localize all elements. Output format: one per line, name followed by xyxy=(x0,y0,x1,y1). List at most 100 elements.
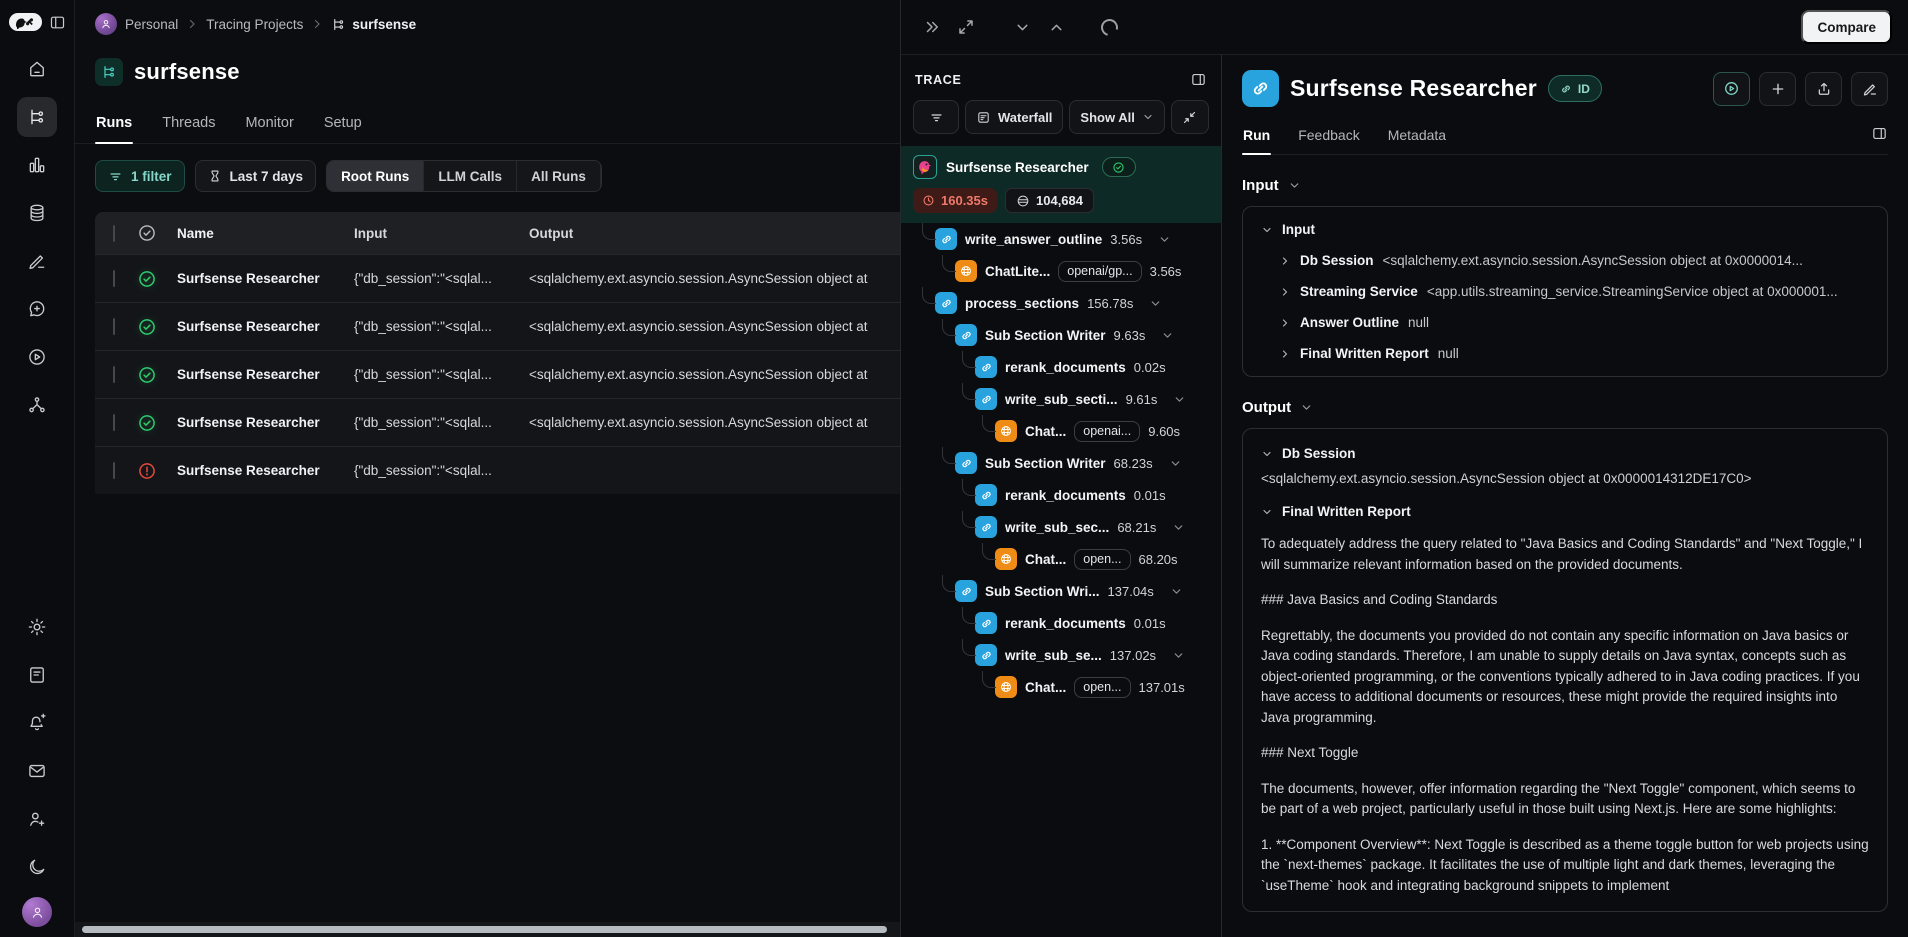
output-db-session-node[interactable]: Db Session xyxy=(1261,446,1869,461)
dark-mode-icon[interactable] xyxy=(17,847,57,887)
chevron-down-icon[interactable] xyxy=(1261,224,1273,236)
chevron-up-icon[interactable] xyxy=(1041,12,1071,42)
nav-prompt-comment-icon[interactable] xyxy=(17,289,57,329)
chevron-right-icon[interactable] xyxy=(1279,317,1291,329)
trace-root-row[interactable]: Surfsense Researcher 160.35s xyxy=(901,146,1221,223)
chevron-down-icon[interactable] xyxy=(1173,393,1186,406)
trace-span-row[interactable]: process_sections 156.78s xyxy=(901,287,1221,319)
date-range-button[interactable]: Last 7 days xyxy=(195,160,317,192)
panel-right-icon[interactable] xyxy=(1190,71,1207,88)
trace-span-row[interactable]: write_sub_secti... 9.61s xyxy=(901,383,1221,415)
nav-deployments-icon[interactable] xyxy=(17,385,57,425)
chevron-down-icon[interactable] xyxy=(1007,12,1037,42)
breadcrumb-current[interactable]: surfsense xyxy=(352,17,416,32)
docs-icon[interactable] xyxy=(17,655,57,695)
chevron-down-icon[interactable] xyxy=(1161,329,1174,342)
trace-span-row[interactable]: write_sub_se... 137.02s xyxy=(901,639,1221,671)
row-checkbox[interactable] xyxy=(113,318,115,335)
input-kv-row[interactable]: Streaming Service <app.utils.streaming_s… xyxy=(1279,284,1869,299)
run-row[interactable]: Surfsense Researcher {"db_session":"<sql… xyxy=(95,254,900,302)
run-row[interactable]: Surfsense Researcher {"db_session":"<sql… xyxy=(95,302,900,350)
run-row[interactable]: Surfsense Researcher {"db_session":"<sql… xyxy=(95,350,900,398)
user-avatar[interactable] xyxy=(22,897,52,927)
panel-right-icon[interactable] xyxy=(1871,125,1888,148)
chevron-down-icon[interactable] xyxy=(1172,649,1185,662)
run-id-button[interactable]: ID xyxy=(1548,75,1602,102)
row-checkbox[interactable] xyxy=(113,366,115,383)
share-button[interactable] xyxy=(1805,72,1842,106)
invite-user-icon[interactable] xyxy=(17,799,57,839)
nav-datasets-icon[interactable] xyxy=(17,193,57,233)
details-tab[interactable]: Metadata xyxy=(1387,119,1447,154)
langsmith-logo[interactable] xyxy=(9,13,42,31)
project-tab[interactable]: Runs xyxy=(95,106,133,143)
add-to-dataset-button[interactable] xyxy=(1759,72,1796,106)
trace-span-row[interactable]: ChatLite... openai/gp... 3.56s xyxy=(901,255,1221,287)
details-tab[interactable]: Run xyxy=(1242,119,1271,154)
input-section-header[interactable]: Input xyxy=(1242,177,1888,194)
compare-button[interactable]: Compare xyxy=(1801,10,1892,44)
edit-button[interactable] xyxy=(1851,72,1888,106)
chevron-right-icon[interactable] xyxy=(1279,286,1291,298)
input-root-node[interactable]: Input xyxy=(1261,222,1869,237)
chevron-down-icon[interactable] xyxy=(1158,233,1171,246)
root-success-badge[interactable] xyxy=(1102,157,1136,177)
chevron-double-right-icon[interactable] xyxy=(917,12,947,42)
trace-span-row[interactable]: Chat... open... 68.20s xyxy=(901,543,1221,575)
trace-span-row[interactable]: write_answer_outline 3.56s xyxy=(901,223,1221,255)
chevron-right-icon[interactable] xyxy=(1279,255,1291,267)
trace-span-row[interactable]: rerank_documents 0.02s xyxy=(901,351,1221,383)
chevron-down-icon[interactable] xyxy=(1261,506,1273,518)
trace-filter-button[interactable] xyxy=(913,100,959,134)
select-all-checkbox[interactable] xyxy=(113,225,115,242)
project-tab[interactable]: Setup xyxy=(323,106,363,143)
column-header-output[interactable]: Output xyxy=(529,226,900,241)
mail-icon[interactable] xyxy=(17,751,57,791)
collapse-tree-button[interactable] xyxy=(1171,100,1209,134)
row-checkbox[interactable] xyxy=(113,414,115,431)
breadcrumb-workspace[interactable]: Personal xyxy=(125,17,178,32)
row-checkbox[interactable] xyxy=(113,270,115,287)
filter-count-button[interactable]: 1 filter xyxy=(95,160,185,192)
trace-span-row[interactable]: rerank_documents 0.01s xyxy=(901,607,1221,639)
nav-annotations-icon[interactable] xyxy=(17,241,57,281)
settings-icon[interactable] xyxy=(17,607,57,647)
output-section-header[interactable]: Output xyxy=(1242,399,1888,416)
run-row[interactable]: Surfsense Researcher {"db_session":"<sql… xyxy=(95,446,900,494)
input-kv-row[interactable]: Answer Outline null xyxy=(1279,315,1869,330)
nav-dashboards-icon[interactable] xyxy=(17,145,57,185)
expand-icon[interactable] xyxy=(951,12,981,42)
waterfall-button[interactable]: Waterfall xyxy=(965,100,1063,134)
project-tab[interactable]: Threads xyxy=(161,106,216,143)
run-row[interactable]: Surfsense Researcher {"db_session":"<sql… xyxy=(95,398,900,446)
trace-span-row[interactable]: Sub Section Writer 68.23s xyxy=(901,447,1221,479)
nav-playground-icon[interactable] xyxy=(17,337,57,377)
chevron-down-icon[interactable] xyxy=(1169,457,1182,470)
nav-home-icon[interactable] xyxy=(17,49,57,89)
column-header-input[interactable]: Input xyxy=(354,226,529,241)
horizontal-scrollbar-thumb[interactable] xyxy=(82,926,887,933)
run-type-segment[interactable]: All Runs xyxy=(517,161,601,191)
show-all-dropdown[interactable]: Show All xyxy=(1069,100,1164,134)
workspace-avatar[interactable] xyxy=(95,13,117,35)
sidebar-toggle-icon[interactable] xyxy=(49,14,66,31)
notifications-icon[interactable] xyxy=(17,703,57,743)
details-tab[interactable]: Feedback xyxy=(1297,119,1360,154)
output-report-node[interactable]: Final Written Report xyxy=(1261,504,1869,519)
chevron-down-icon[interactable] xyxy=(1170,585,1183,598)
chevron-down-icon[interactable] xyxy=(1149,297,1162,310)
column-header-name[interactable]: Name xyxy=(177,226,354,241)
input-kv-row[interactable]: Db Session <sqlalchemy.ext.asyncio.sessi… xyxy=(1279,253,1869,268)
trace-span-row[interactable]: write_sub_sec... 68.21s xyxy=(901,511,1221,543)
row-checkbox[interactable] xyxy=(113,462,115,479)
breadcrumb-section[interactable]: Tracing Projects xyxy=(206,17,303,32)
project-tab[interactable]: Monitor xyxy=(244,106,294,143)
trace-span-row[interactable]: Sub Section Writer 9.63s xyxy=(901,319,1221,351)
trace-span-row[interactable]: Sub Section Wri... 137.04s xyxy=(901,575,1221,607)
nav-tracing-icon[interactable] xyxy=(17,97,57,137)
chevron-down-icon[interactable] xyxy=(1261,448,1273,460)
trace-span-row[interactable]: Chat... openai... 9.60s xyxy=(901,415,1221,447)
open-in-playground-button[interactable] xyxy=(1713,72,1750,106)
run-type-segment[interactable]: LLM Calls xyxy=(424,161,517,191)
chevron-down-icon[interactable] xyxy=(1172,521,1185,534)
